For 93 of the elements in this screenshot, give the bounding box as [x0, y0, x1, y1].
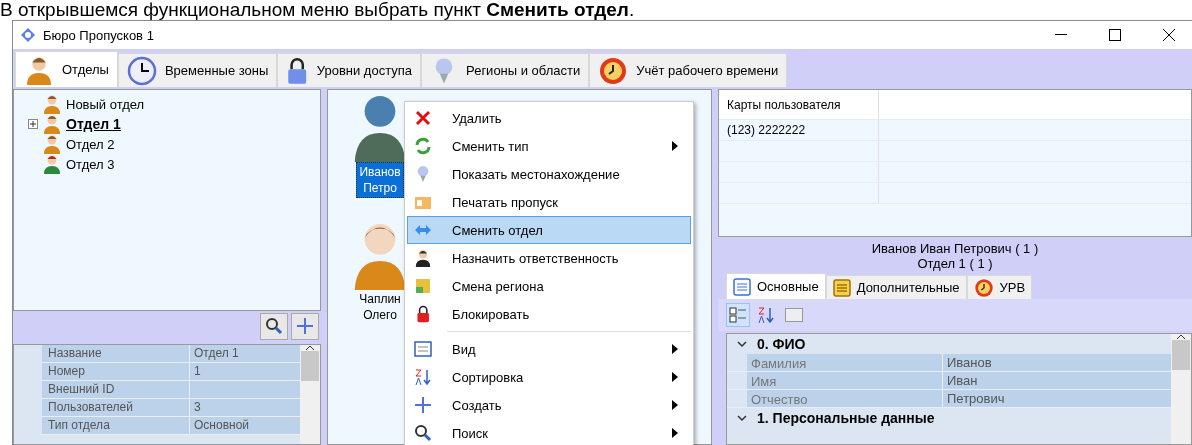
tab[interactable]: УРВ [966, 275, 1033, 299]
app-logo-icon [21, 28, 35, 42]
user-department: Отдел 1 ( 1 ) [917, 256, 993, 271]
property-name: Номер [42, 363, 190, 380]
window-title: Бюро Пропусков 1 [43, 27, 155, 43]
menu-item[interactable]: Удалить [407, 104, 691, 132]
person-avatar-icon [354, 96, 406, 162]
user-name[interactable]: Чаплин Олего [357, 290, 403, 324]
category-title: 0. ФИО [757, 336, 806, 352]
instruction-text: В открывшемся функциональном меню выбрать пункт Сменить отдел. [0, 0, 636, 20]
property-name: Пользователей [42, 399, 190, 416]
person-icon [42, 154, 62, 174]
scroll-up-icon [305, 345, 315, 351]
chevron-icon[interactable] [737, 340, 747, 348]
property-name: Фамилия [747, 354, 943, 371]
menu-item[interactable]: Блокировать [407, 300, 691, 328]
user-name[interactable]: Иванов Петро [356, 162, 404, 198]
padlock-icon [415, 305, 431, 323]
property-value: 3 [190, 399, 300, 416]
categorized-view-button[interactable] [726, 303, 750, 327]
submenu-arrow-icon [672, 372, 678, 382]
alarm-clock-icon [598, 55, 629, 86]
menu-item[interactable]: Поиск [407, 419, 691, 445]
clock-icon [126, 55, 157, 86]
menu-item[interactable]: Назначить ответственность [407, 244, 691, 272]
property-value: Иван [943, 372, 1171, 389]
plus-icon [296, 317, 314, 335]
table-cell: (123) 2222222 [719, 120, 879, 140]
menu-item[interactable]: Сменить тип [407, 132, 691, 160]
submenu-arrow-icon [672, 344, 678, 354]
tree-item[interactable]: Отдел 1 [66, 116, 121, 132]
property-value: 1 [190, 363, 300, 380]
tab[interactable]: Регионы и области [421, 53, 590, 87]
property-value: Отдел 1 [190, 345, 300, 362]
sort-icon [414, 368, 432, 386]
property-value: Основной [190, 417, 300, 434]
property-name: Отчество [747, 390, 943, 407]
menu-item[interactable]: Печатать пропуск [407, 188, 691, 216]
property-name: Имя [747, 372, 943, 389]
person-icon [414, 249, 432, 267]
person-icon [42, 94, 62, 114]
tab[interactable]: Уровни доступа [277, 53, 422, 87]
tab[interactable]: Отделы [15, 51, 118, 87]
search-icon [414, 424, 432, 442]
sort-icon [757, 306, 775, 324]
tree-item[interactable]: Новый отдел [66, 96, 145, 112]
map-icon [414, 277, 432, 295]
menu-item[interactable]: Вид [407, 335, 691, 363]
property-name: Внешний ID [42, 381, 190, 398]
tab[interactable]: Учёт рабочего времени [589, 53, 788, 87]
property-name: Название [42, 345, 190, 362]
tree-item[interactable]: Отдел 3 [66, 156, 115, 172]
person-icon [42, 114, 62, 134]
property-value: Петрович [943, 390, 1171, 407]
minimize-icon [1055, 34, 1067, 36]
expand-toggle[interactable] [28, 119, 38, 129]
person-icon [42, 134, 62, 154]
close-icon [1163, 29, 1175, 41]
submenu-arrow-icon [672, 141, 678, 151]
search-button[interactable] [260, 312, 288, 340]
list-icon [733, 277, 751, 296]
tab[interactable]: Основные [726, 273, 826, 299]
scrollbar[interactable] [1171, 334, 1191, 444]
list-view-icon [414, 340, 432, 358]
chevron-icon[interactable] [737, 414, 747, 422]
list-icon [832, 278, 851, 297]
search-icon [265, 317, 283, 335]
menu-item[interactable]: Показать местонахождение [407, 160, 691, 188]
alarm-clock-icon [973, 277, 994, 298]
padlock-icon [286, 56, 309, 85]
category-title: 1. Персональные данные [757, 410, 935, 426]
maximize-icon [1109, 29, 1121, 41]
property-name: Тип отдела [42, 417, 190, 434]
add-button[interactable] [291, 312, 319, 340]
tab[interactable]: Дополнительные [825, 275, 967, 299]
submenu-arrow-icon [672, 428, 678, 438]
tab[interactable]: Временные зоны [117, 53, 278, 87]
plus-icon [414, 396, 432, 414]
menu-item[interactable]: Смена региона [407, 272, 691, 300]
menu-item[interactable]: Создать [407, 391, 691, 419]
menu-item[interactable]: Сменить отдел [407, 216, 691, 244]
person-icon [24, 54, 54, 85]
menu-item[interactable]: Сортировка [407, 363, 691, 391]
user-full-name: Иванов Иван Петрович ( 1 ) [871, 241, 1039, 256]
column-header: Карты пользователя [719, 90, 879, 119]
tree-item[interactable]: Отдел 2 [66, 136, 115, 152]
property-value: Иванов [943, 354, 1171, 371]
person-avatar-icon [354, 224, 406, 290]
scroll-up-icon [1176, 334, 1186, 340]
scrollbar[interactable] [300, 345, 320, 444]
close-icon [414, 109, 432, 127]
submenu-arrow-icon [672, 400, 678, 410]
refresh-icon [414, 137, 432, 155]
